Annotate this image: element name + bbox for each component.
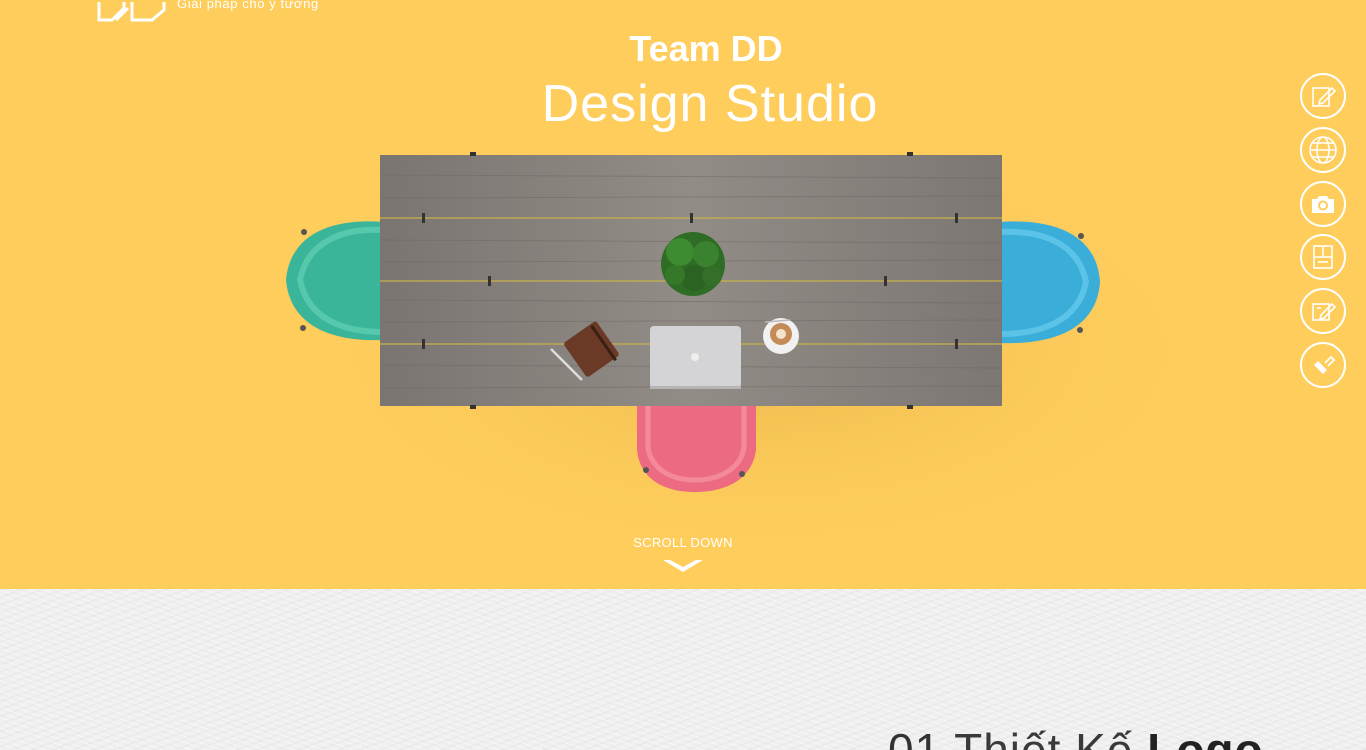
nav-print-layout[interactable] bbox=[1300, 234, 1346, 281]
coffee-cup bbox=[763, 318, 799, 354]
nav-video-edit[interactable] bbox=[1300, 288, 1346, 335]
nav-logo-design[interactable] bbox=[1300, 73, 1346, 119]
brand-tagline: Giải pháp cho ý tưởng bbox=[177, 0, 319, 11]
logo-mark-icon bbox=[97, 2, 166, 22]
section-heading-light: Thiết Kế bbox=[954, 724, 1134, 750]
brand-logo[interactable] bbox=[96, 0, 168, 24]
paint-brush-icon bbox=[1314, 355, 1336, 374]
section-number: 01 bbox=[888, 724, 942, 750]
pink-chair bbox=[637, 400, 756, 492]
chevron-down-icon[interactable] bbox=[663, 557, 703, 573]
nav-photography[interactable] bbox=[1300, 180, 1346, 227]
nav-web-design[interactable] bbox=[1300, 126, 1346, 173]
scroll-down-label[interactable]: SCROLL DOWN bbox=[583, 535, 783, 550]
hero-section: Giải pháp cho ý tưởng Team DD Design Stu… bbox=[0, 0, 1366, 589]
hero-title: Team DD bbox=[629, 28, 783, 69]
layout-document-icon bbox=[1313, 245, 1333, 270]
nav-illustration[interactable] bbox=[1300, 341, 1346, 388]
side-nav bbox=[1300, 73, 1346, 396]
camera-icon bbox=[1312, 195, 1334, 213]
edit-document-icon bbox=[1312, 86, 1337, 107]
hero-subtitle: Design Studio bbox=[541, 75, 879, 133]
laptop bbox=[650, 326, 741, 389]
edit-media-icon bbox=[1312, 303, 1337, 321]
plant bbox=[661, 232, 725, 296]
section-heading-bold: Logo bbox=[1147, 724, 1264, 750]
globe-web-icon bbox=[1309, 135, 1337, 164]
services-section: 01 Thiết Kế Logo bbox=[0, 589, 1366, 750]
section-heading: 01 Thiết Kế Logo bbox=[888, 723, 1264, 750]
